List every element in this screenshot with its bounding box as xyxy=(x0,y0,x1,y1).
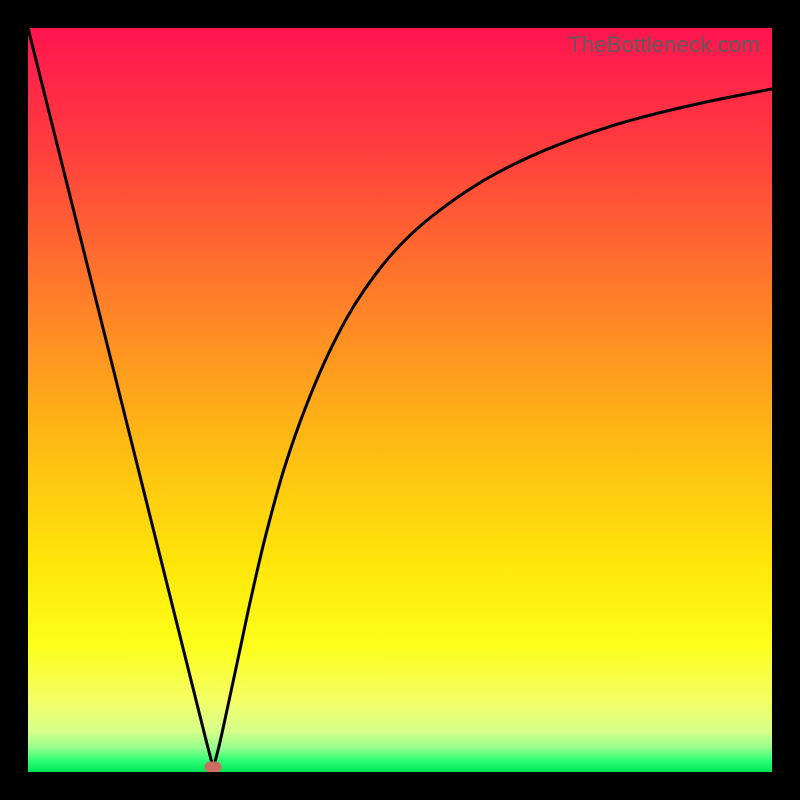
plot-area: TheBottleneck.com xyxy=(28,28,772,772)
chart-svg xyxy=(28,28,772,772)
watermark-text: TheBottleneck.com xyxy=(568,32,760,58)
minimum-marker xyxy=(205,761,222,772)
chart-container: TheBottleneck.com xyxy=(0,0,800,800)
gradient-background xyxy=(28,28,772,772)
